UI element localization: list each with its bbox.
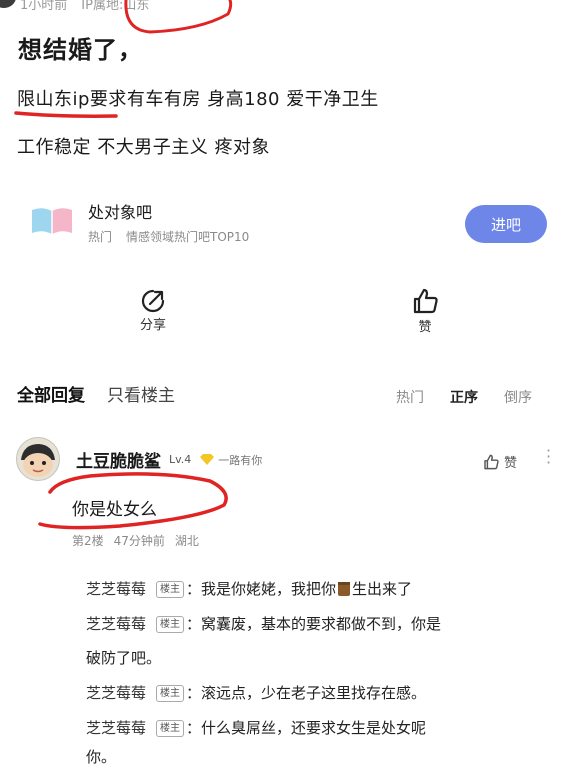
comment-meta: 第2楼 47分钟前 湖北 — [72, 532, 199, 549]
reply-text: ：滚远点，少在老子这里找存在感。 — [186, 684, 427, 702]
commenter-username[interactable]: 土豆脆脆鲨 — [76, 447, 161, 472]
cartoon-avatar-icon — [17, 438, 59, 480]
post-meta: 1小时前 IP属地:山东 — [20, 0, 149, 13]
post-time: 1小时前 — [20, 0, 68, 13]
reply-text: ：我是你姥姥，我把你 — [186, 580, 337, 598]
reply-text: ：什么臭屌丝，还要求女生是处女呢 — [186, 719, 427, 737]
commenter-badge: 一路有你 — [199, 452, 262, 468]
commenter-avatar[interactable] — [16, 437, 60, 481]
share-button[interactable]: 分享 — [130, 288, 176, 333]
reply-text: ：窝囊废，基本的要求都做不到，你是 — [186, 615, 442, 633]
reply-text-end: 生出来了 — [352, 580, 413, 598]
like-button[interactable]: 赞 — [402, 286, 448, 335]
reply-username[interactable]: 芝芝莓莓 — [86, 615, 146, 633]
forum-rank: 情感领域热门吧TOP10 — [126, 230, 250, 244]
reply-tabs: 全部回复 只看楼主 — [17, 381, 175, 406]
author-avatar[interactable] — [0, 0, 16, 8]
more-icon[interactable]: · · · — [546, 443, 551, 471]
badge-label: 一路有你 — [218, 453, 263, 467]
tab-all-replies[interactable]: 全部回复 — [17, 381, 85, 406]
comment-time: 47分钟前 — [113, 534, 165, 548]
reply-continuation: 破防了吧。 — [86, 649, 162, 667]
forum-hot-tag: 热门 — [88, 230, 113, 244]
enter-forum-button[interactable]: 进吧 — [465, 205, 547, 243]
post-text-line-2: 工作稳定 不大男子主义 疼对象 — [17, 137, 270, 158]
op-tag: 楼主 — [156, 616, 185, 633]
forum-name[interactable]: 处对象吧 — [88, 199, 152, 223]
post-ip-location: IP属地:山东 — [81, 0, 150, 13]
reply-item: 芝芝莓莓 楼主 ：我是你姥姥，我把你 生出来了 — [86, 572, 536, 606]
comment-like-label: 赞 — [504, 456, 518, 471]
thumbs-up-icon — [484, 454, 499, 469]
op-tag: 楼主 — [156, 685, 185, 702]
reply-continuation: 你。 — [86, 748, 117, 766]
op-tag: 楼主 — [156, 581, 185, 598]
comment-location: 湖北 — [174, 534, 199, 548]
sort-ascending[interactable]: 正序 — [450, 387, 478, 407]
commenter-info: 土豆脆脆鲨 Lv.4 一路有你 — [76, 447, 262, 472]
comment-like-button[interactable]: 赞 — [482, 452, 517, 471]
post-title: 想结婚了， — [18, 36, 143, 64]
op-tag: 楼主 — [156, 720, 185, 737]
diamond-icon — [200, 454, 215, 465]
tab-op-only[interactable]: 只看楼主 — [107, 381, 175, 406]
forum-book-icon[interactable] — [30, 206, 74, 236]
comment-floor: 第2楼 — [72, 534, 104, 548]
sort-descending[interactable]: 倒序 — [504, 387, 532, 407]
sort-options: 热门 正序 倒序 — [396, 387, 532, 407]
comment-text: 你是处女么 — [72, 500, 157, 520]
thumbs-up-icon — [413, 288, 438, 314]
poop-emoji-icon — [338, 582, 351, 596]
share-label: 分享 — [139, 318, 166, 333]
reply-username[interactable]: 芝芝莓莓 — [86, 719, 146, 737]
share-icon — [141, 289, 165, 313]
like-label: 赞 — [418, 320, 432, 335]
reply-item: 芝芝莓莓 楼主 ：滚远点，少在老子这里找存在感。 — [86, 676, 536, 710]
reply-item: 芝芝莓莓 楼主 ：窝囊废，基本的要求都做不到，你是 — [86, 607, 536, 641]
forum-subtitle: 热门 情感领域热门吧TOP10 — [88, 228, 249, 245]
reply-username[interactable]: 芝芝莓莓 — [86, 684, 146, 702]
post-text-line-1: 限山东ip要求有车有房 身高180 爱干净卫生 — [17, 89, 379, 110]
sort-hot[interactable]: 热门 — [396, 387, 424, 407]
commenter-level: Lv.4 — [169, 453, 192, 466]
reply-username[interactable]: 芝芝莓莓 — [86, 580, 146, 598]
